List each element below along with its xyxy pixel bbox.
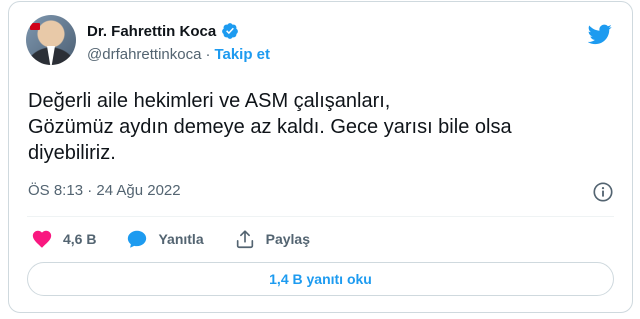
follow-button[interactable]: Takip et (214, 46, 270, 63)
tweet-line: Değerli aile hekimleri ve ASM çalışanlar… (28, 90, 391, 112)
avatar-shirt (47, 46, 55, 65)
reply-label: Yanıtla (158, 231, 204, 247)
share-button[interactable]: Paylaş (234, 228, 310, 250)
author-handle[interactable]: @drfahrettinkoca (87, 46, 201, 63)
avatar[interactable] (26, 15, 76, 65)
tweet-card: Dr. Fahrettin Koca @drfahrettinkoca · Ta… (8, 1, 633, 313)
author-name[interactable]: Dr. Fahrettin Koca (87, 23, 216, 40)
share-upload-icon (236, 230, 253, 249)
tweet-timestamp[interactable]: ÖS 8:13 · 24 Ağu 2022 (28, 182, 181, 199)
separator-dot: · (205, 46, 211, 63)
tweet-text: Değerli aile hekimleri ve ASM çalışanlar… (28, 88, 618, 166)
action-bar: 4,6 B Yanıtla Paylaş (31, 228, 340, 250)
like-button[interactable]: 4,6 B (31, 228, 96, 250)
divider (27, 216, 614, 217)
reply-button[interactable]: Yanıtla (126, 228, 204, 250)
like-count: 4,6 B (63, 231, 97, 247)
author-name-row: Dr. Fahrettin Koca (87, 22, 239, 40)
tweet-line: Gözümüz aydın demeye az kaldı. Gece yarı… (28, 116, 512, 138)
speech-bubble-icon (128, 230, 147, 248)
share-label: Paylaş (265, 231, 310, 247)
author-handle-row: @drfahrettinkoca · Takip et (87, 46, 270, 63)
heart-icon (32, 230, 52, 248)
tweet-line: diyebiliriz. (28, 142, 116, 164)
info-icon[interactable] (592, 181, 614, 203)
read-replies-button[interactable]: 1,4 B yanıtı oku (27, 262, 614, 296)
flag-pin (30, 23, 40, 30)
verified-badge-icon (222, 23, 239, 39)
twitter-bird-icon[interactable] (588, 22, 612, 46)
